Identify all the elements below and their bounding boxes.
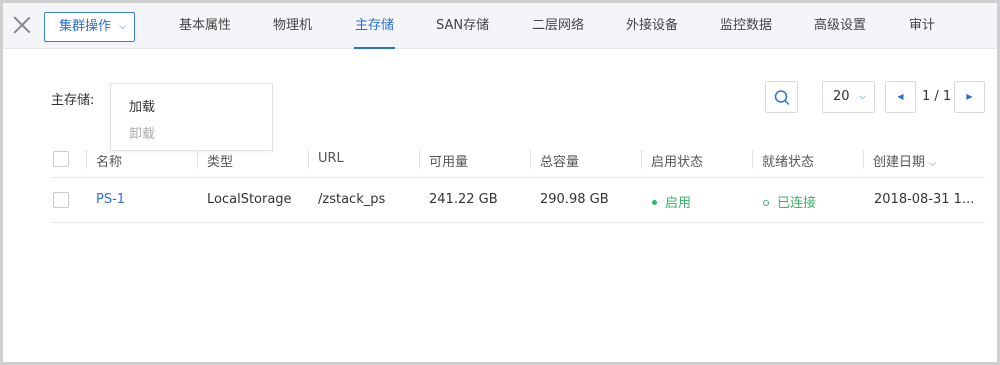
column-divider (419, 150, 420, 169)
column-header-ready-state[interactable]: 就绪状态 (762, 151, 814, 170)
column-divider (752, 150, 753, 169)
column-divider (308, 150, 309, 169)
cell-total: 290.98 GB (540, 192, 609, 207)
caret-right-icon: ▶ (966, 92, 973, 101)
tab-audit[interactable]: 审计 (909, 3, 935, 49)
chevron-down-icon: ⌵ (119, 22, 126, 32)
tab-san-storage[interactable]: SAN存储 (436, 3, 489, 49)
cell-url: /zstack_ps (318, 192, 386, 207)
cell-name[interactable]: PS-1 (96, 192, 125, 207)
cell-created: 2018-08-31 1... (874, 192, 975, 207)
column-header-name[interactable]: 名称 (96, 151, 122, 170)
tab-monitoring[interactable]: 监控数据 (720, 3, 772, 49)
column-divider (86, 150, 87, 169)
tab-primary-storage[interactable]: 主存储 (353, 3, 396, 49)
column-header-created[interactable]: 创建日期 ⌵ (873, 151, 936, 170)
column-header-created-label: 创建日期 (873, 155, 926, 170)
column-divider (197, 150, 198, 169)
tab-advanced-settings[interactable]: 高级设置 (814, 3, 866, 49)
menu-item-unload: 卸载 (129, 127, 156, 142)
tab-external-devices[interactable]: 外接设备 (626, 3, 678, 49)
caret-left-icon: ◀ (897, 92, 904, 101)
cluster-ops-button[interactable]: 集群操作 ⌵ (44, 12, 135, 42)
status-ring-icon (763, 199, 769, 206)
column-divider (530, 150, 531, 169)
top-toolbar: 集群操作 ⌵ 基本属性 物理机 主存储 SAN存储 二层网络 外接设备 监控数据… (3, 3, 997, 49)
column-divider (641, 150, 642, 169)
table-row: PS-1 LocalStorage /zstack_ps 241.22 GB 2… (51, 179, 985, 223)
cell-ready-state: 已连接 (763, 192, 816, 211)
cluster-ops-label: 集群操作 (59, 19, 112, 34)
column-header-type[interactable]: 类型 (207, 151, 233, 170)
window-frame: 集群操作 ⌵ 基本属性 物理机 主存储 SAN存储 二层网络 外接设备 监控数据… (0, 0, 1000, 365)
prev-page-button[interactable]: ◀ (885, 81, 916, 113)
tab-basic-properties[interactable]: 基本属性 (179, 3, 231, 49)
tab-l2-network[interactable]: 二层网络 (532, 3, 584, 49)
page-size-value: 20 (833, 89, 850, 104)
menu-item-load[interactable]: 加载 (129, 96, 155, 115)
select-all-checkbox[interactable] (53, 151, 69, 167)
column-header-total[interactable]: 总容量 (540, 151, 579, 170)
ready-state-text: 已连接 (777, 196, 817, 211)
status-dot-icon (652, 200, 657, 205)
action-menu: 加载 卸载 (110, 83, 273, 151)
chevron-down-icon: ⌵ (859, 92, 866, 102)
search-button[interactable] (765, 81, 798, 113)
page-info: 1 / 1 (922, 89, 952, 104)
chevron-down-icon: ⌵ (929, 159, 936, 169)
search-icon (774, 90, 790, 105)
column-header-available[interactable]: 可用量 (429, 151, 468, 170)
tab-hosts[interactable]: 物理机 (273, 3, 312, 49)
column-header-enable-state[interactable]: 启用状态 (651, 151, 703, 170)
column-header-url[interactable]: URL (318, 151, 344, 166)
row-checkbox[interactable] (53, 192, 69, 208)
close-icon[interactable] (11, 14, 33, 36)
primary-storage-label: 主存储: (51, 93, 95, 108)
column-divider (863, 150, 864, 169)
page-size-select[interactable]: 20 ⌵ (822, 81, 875, 113)
next-page-button[interactable]: ▶ (954, 81, 985, 113)
cell-available: 241.22 GB (429, 192, 498, 207)
enable-state-text: 启用 (665, 196, 692, 211)
cell-type: LocalStorage (207, 192, 292, 207)
cell-enable-state: 启用 (652, 192, 691, 211)
